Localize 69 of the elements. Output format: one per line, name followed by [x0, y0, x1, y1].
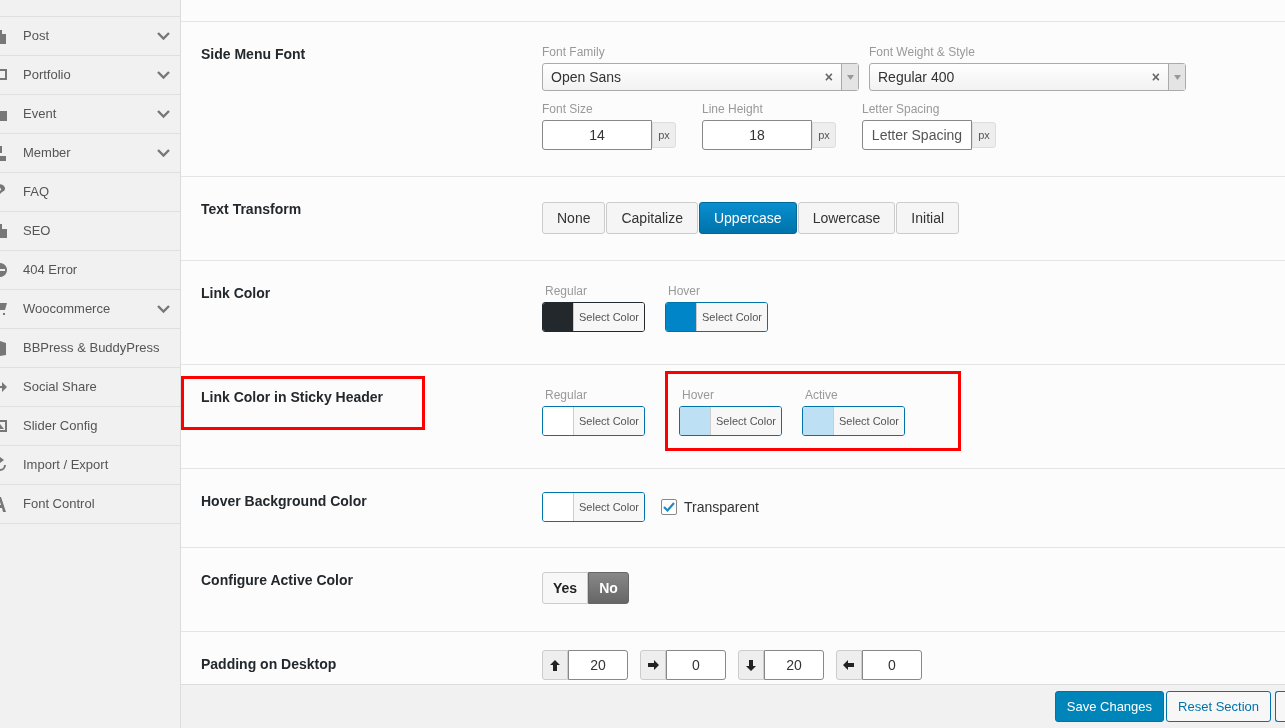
section-title: Link Color	[201, 284, 272, 303]
sidebar-item[interactable]: Member	[0, 134, 180, 173]
field-label: Font Weight & Style	[869, 44, 976, 60]
unit-label: px	[812, 122, 836, 148]
save-button[interactable]: Save Changes	[1054, 691, 1165, 722]
section-title: Link Color in Sticky Header	[201, 388, 385, 407]
dropdown-caret-icon	[846, 74, 854, 80]
sidebar-item[interactable]: Portfolio	[0, 56, 180, 95]
reset-button[interactable]: Reset Section	[1166, 691, 1271, 722]
checkmark-icon	[663, 502, 675, 512]
color-picker-button[interactable]: Select Color	[802, 406, 905, 436]
unit-label: px	[652, 122, 676, 148]
sidebar-item[interactable]: Slider Config	[0, 407, 180, 446]
padding-field[interactable]: 20	[568, 650, 628, 680]
sidebar-item[interactable]: BBPress & BuddyPress	[0, 329, 180, 368]
field-label: Line Height	[702, 101, 764, 117]
toggle-button[interactable]: No	[588, 572, 629, 604]
color-label: Regular	[544, 387, 589, 403]
sidebar-item[interactable]: Post	[0, 17, 180, 56]
sidebar-item[interactable]: 404 Error	[0, 251, 180, 290]
toggle-button[interactable]: Yes	[542, 572, 589, 604]
select-field[interactable]: Open Sans ×	[542, 63, 859, 91]
segment-button[interactable]: Capitalize	[606, 202, 698, 234]
partial-button[interactable]	[1275, 691, 1285, 722]
segment-button[interactable]: Lowercase	[797, 202, 896, 234]
arrow-right-icon	[647, 658, 659, 672]
checkbox-label: Transparent	[684, 497, 759, 517]
color-picker-button[interactable]: Select Color	[679, 406, 782, 436]
field-label: Font Size	[542, 101, 594, 117]
number-field[interactable]: 18	[702, 120, 812, 150]
arrow-up-icon	[549, 658, 561, 672]
dropdown-caret-icon	[1173, 74, 1181, 80]
sidebar-item[interactable]: SEO	[0, 212, 180, 251]
number-field[interactable]: Letter Spacing	[862, 120, 972, 150]
sidebar-item[interactable]: Font Control	[0, 485, 180, 524]
checkbox[interactable]	[661, 499, 677, 515]
segment-button[interactable]: None	[542, 202, 606, 234]
segment-button[interactable]: Initial	[896, 202, 960, 234]
section-title: Hover Background Color	[201, 492, 368, 511]
arrow-down-icon	[745, 658, 757, 672]
padding-field[interactable]: 20	[764, 650, 824, 680]
padding-field[interactable]: 0	[862, 650, 922, 680]
sidebar-item[interactable]: FAQ	[0, 173, 180, 212]
color-label: Active	[804, 387, 839, 403]
color-picker-button[interactable]: Select Color	[542, 406, 645, 436]
field-label: Letter Spacing	[862, 101, 941, 117]
section-title: Padding on Desktop	[201, 655, 338, 674]
sidebar-item[interactable]: Woocommerce	[0, 290, 180, 329]
sidebar-item[interactable]: Event	[0, 95, 180, 134]
field-label: Font Family	[542, 44, 606, 60]
color-label: Regular	[544, 283, 589, 299]
select-field[interactable]: Regular 400 ×	[869, 63, 1186, 91]
padding-field[interactable]: 0	[666, 650, 726, 680]
color-picker-button[interactable]: Select Color	[542, 492, 645, 522]
arrow-left-icon	[843, 658, 855, 672]
section-title: Text Transform	[201, 200, 303, 219]
color-label: Hover	[667, 283, 701, 299]
sidebar-item[interactable]: Social Share	[0, 368, 180, 407]
color-label: Hover	[681, 387, 715, 403]
color-picker-button[interactable]: Select Color	[542, 302, 645, 332]
color-picker-button[interactable]: Select Color	[665, 302, 768, 332]
sidebar-item[interactable]: Import / Export	[0, 446, 180, 485]
unit-label: px	[972, 122, 996, 148]
clear-icon[interactable]: ×	[1143, 66, 1168, 88]
number-field[interactable]: 14	[542, 120, 652, 150]
segment-button[interactable]: Uppercase	[698, 202, 797, 234]
clear-icon[interactable]: ×	[816, 66, 841, 88]
section-title: Side Menu Font	[201, 45, 307, 64]
section-title: Configure Active Color	[201, 571, 354, 590]
